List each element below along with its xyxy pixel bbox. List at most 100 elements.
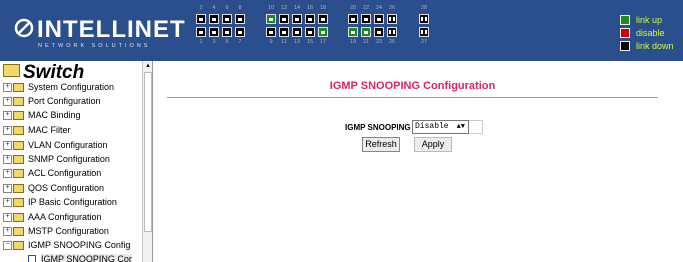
- port-1-icon[interactable]: [196, 27, 206, 37]
- expand-icon: +: [3, 126, 12, 136]
- port-number-label: 19: [349, 39, 357, 45]
- port-number-label: 11: [281, 39, 287, 45]
- folder-icon: [13, 227, 24, 237]
- port-number-label: 5: [225, 39, 229, 45]
- port-number-label: 1: [199, 39, 203, 45]
- port-19-icon[interactable]: [348, 27, 358, 37]
- select-padding: [469, 120, 483, 134]
- open-folder-icon: [3, 64, 20, 78]
- port-number-label: 17: [319, 39, 327, 45]
- port-28-icon[interactable]: [419, 14, 429, 24]
- tree-leaf-igmp-snooping-configuration[interactable]: IGMP SNOOPING Cor: [28, 252, 152, 262]
- port-number-label: 3: [212, 39, 216, 45]
- folder-icon: [13, 126, 24, 136]
- port-15-icon[interactable]: [305, 27, 315, 37]
- port-status-panel: 2 1 4 3 6 5 8 7 10 9 12 11 14 13 16 15 18 17 20 19 22 21 24 23 2…: [196, 5, 466, 57]
- port-number-label: 7: [238, 39, 242, 45]
- port-23-icon[interactable]: [374, 27, 384, 37]
- tree-item-snmp-configuration[interactable]: + SNMP Configuration: [3, 152, 148, 166]
- port-6-icon[interactable]: [222, 14, 232, 24]
- port-18-icon[interactable]: [318, 14, 328, 24]
- expand-icon: +: [3, 97, 12, 107]
- tree-item-qos-configuration[interactable]: + QOS Configuration: [3, 181, 148, 195]
- folder-icon: [13, 155, 24, 165]
- port-9-icon[interactable]: [266, 27, 276, 37]
- port-25-icon[interactable]: [387, 27, 397, 37]
- select-arrows-icon: ▲▼: [456, 123, 465, 131]
- port-24-icon[interactable]: [374, 14, 384, 24]
- port-number-label: 25: [388, 39, 396, 45]
- port-26-icon[interactable]: [387, 14, 397, 24]
- port-14-icon[interactable]: [292, 14, 302, 24]
- port-number-label: 16: [306, 5, 314, 11]
- port-number-label: 10: [267, 5, 275, 11]
- scroll-thumb[interactable]: [144, 72, 152, 232]
- port-8-icon[interactable]: [235, 14, 245, 24]
- open-folder-icon: [13, 241, 24, 251]
- folder-icon: [13, 97, 24, 107]
- port-number-label: 27: [420, 39, 428, 45]
- port-11-icon[interactable]: [279, 27, 289, 37]
- port-number-label: 15: [306, 39, 314, 45]
- port-legend: link up disable link down: [620, 14, 682, 53]
- port-17-icon[interactable]: [318, 27, 328, 37]
- tree-item-vlan-configuration[interactable]: + VLAN Configuration: [3, 138, 148, 152]
- logo-tagline: NETWORK SOLUTIONS: [38, 43, 151, 49]
- port-22-icon[interactable]: [361, 14, 371, 24]
- port-12-icon[interactable]: [279, 14, 289, 24]
- navigation-sidebar: Switch + System Configuration + Port Confi…: [0, 61, 153, 262]
- port-number-label: 28: [420, 5, 428, 11]
- port-13-icon[interactable]: [292, 27, 302, 37]
- port-3-icon[interactable]: [209, 27, 219, 37]
- expand-icon: +: [3, 198, 12, 208]
- expand-icon: +: [3, 141, 12, 151]
- page-title: IGMP SNOOPING Configuration: [329, 80, 496, 92]
- port-7-icon[interactable]: [235, 27, 245, 37]
- expand-icon: +: [3, 227, 12, 237]
- port-16-icon[interactable]: [305, 14, 315, 24]
- tree-item-port-configuration[interactable]: + Port Configuration: [3, 94, 148, 108]
- folder-icon: [13, 184, 24, 194]
- folder-icon: [13, 213, 24, 223]
- apply-button[interactable]: Apply: [414, 137, 452, 152]
- folder-icon: [13, 141, 24, 151]
- refresh-button[interactable]: Refresh: [362, 137, 400, 152]
- port-number-label: 14: [293, 5, 301, 11]
- folder-icon: [13, 169, 24, 179]
- port-number-label: 23: [375, 39, 383, 45]
- port-number-label: 26: [388, 5, 396, 11]
- tree-item-mac-binding[interactable]: + MAC Binding: [3, 108, 148, 122]
- port-number-label: 13: [293, 39, 301, 45]
- port-number-label: 4: [212, 5, 216, 11]
- port-number-label: 6: [225, 5, 229, 11]
- expand-icon: +: [3, 169, 12, 179]
- collapse-icon: −: [3, 241, 12, 251]
- intellinet-logo: INTELLINET NETWORK SOLUTIONS: [14, 16, 185, 56]
- sidebar-scrollbar[interactable]: ▲: [142, 61, 152, 262]
- port-2-icon[interactable]: [196, 14, 206, 24]
- scroll-up-arrow-icon[interactable]: ▲: [143, 61, 152, 71]
- disabled-port-icon: [620, 28, 630, 38]
- tree-item-aaa-configuration[interactable]: + AAA Configuration: [3, 210, 148, 224]
- igmp-snooping-label: IGMP SNOOPING: [345, 123, 411, 132]
- tree-item-acl-configuration[interactable]: + ACL Configuration: [3, 166, 148, 180]
- tree-item-igmp-snooping-config[interactable]: − IGMP SNOOPING Config: [3, 238, 148, 252]
- port-4-icon[interactable]: [209, 14, 219, 24]
- port-21-icon[interactable]: [361, 27, 371, 37]
- tree-item-system-configuration[interactable]: + System Configuration: [3, 80, 148, 94]
- port-20-icon[interactable]: [348, 14, 358, 24]
- tree-item-ip-basic-configuration[interactable]: + IP Basic Configuration: [3, 195, 148, 209]
- port-number-label: 18: [319, 5, 327, 11]
- link-down-port-icon: [620, 41, 630, 51]
- port-5-icon[interactable]: [222, 27, 232, 37]
- port-number-label: 2: [199, 5, 203, 11]
- port-27-icon[interactable]: [419, 27, 429, 37]
- legend-link-down: link down: [620, 40, 682, 53]
- igmp-snooping-select[interactable]: Disable ▲▼: [412, 120, 469, 134]
- tree-item-mstp-configuration[interactable]: + MSTP Configuration: [3, 224, 148, 238]
- tree-item-mac-filter[interactable]: + MAC Filter: [3, 123, 148, 137]
- link-up-port-icon: [620, 15, 630, 25]
- logo-text: INTELLINET: [37, 16, 186, 43]
- port-10-icon[interactable]: [266, 14, 276, 24]
- document-icon: [28, 254, 36, 262]
